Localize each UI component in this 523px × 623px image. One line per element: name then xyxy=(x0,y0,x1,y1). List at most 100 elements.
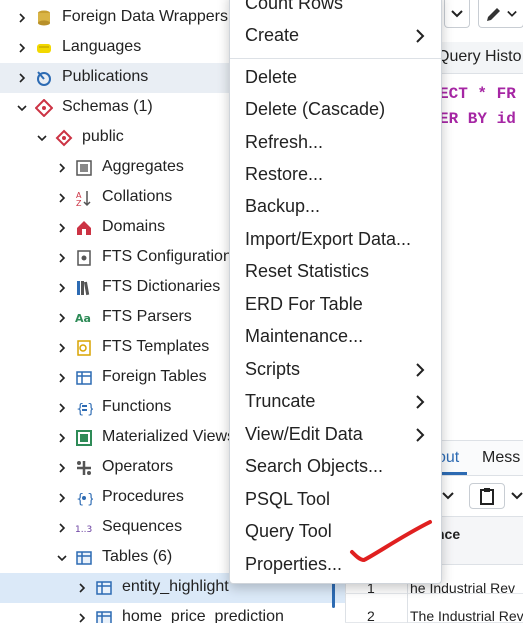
menu-item-import-export-data[interactable]: Import/Export Data... xyxy=(230,224,441,256)
tables-icon xyxy=(75,549,93,567)
tree-item-label: FTS Parsers xyxy=(102,308,192,325)
tree-item-label: Domains xyxy=(102,218,166,235)
svg-text:1..3: 1..3 xyxy=(75,525,92,535)
svg-text:}: } xyxy=(87,402,93,417)
chevron-right-icon[interactable] xyxy=(55,281,69,295)
chevron-right-icon[interactable] xyxy=(55,341,69,355)
chevron-right-icon xyxy=(413,362,427,378)
menu-item-delete-cascade[interactable]: Delete (Cascade) xyxy=(230,94,441,126)
menu-item-refresh[interactable]: Refresh... xyxy=(230,127,441,159)
menu-item-maintenance[interactable]: Maintenance... xyxy=(230,321,441,353)
menu-item-label: Import/Export Data... xyxy=(245,229,412,249)
pencil-icon xyxy=(487,7,500,21)
menu-item-scripts[interactable]: Scripts xyxy=(230,354,441,386)
tree-item-label: Sequences xyxy=(102,518,183,535)
fts-dictionary-icon xyxy=(75,279,93,297)
menu-item-label: Count Rows xyxy=(245,0,344,13)
menu-item-count-rows[interactable]: Count Rows xyxy=(230,0,441,20)
chevron-right-icon[interactable] xyxy=(55,491,69,505)
chevron-right-icon[interactable] xyxy=(55,461,69,475)
fts-configuration-icon xyxy=(75,249,93,267)
menu-item-label: Scripts xyxy=(245,359,301,379)
menu-item-label: Backup... xyxy=(245,196,321,216)
code-line-2[interactable]: ER BY id xyxy=(439,110,516,128)
tree-item-label: Functions xyxy=(102,398,172,415)
menu-item-view-edit-data[interactable]: View/Edit Data xyxy=(230,419,441,451)
tree-item-label: FTS Templates xyxy=(102,338,210,355)
materialized-view-icon xyxy=(75,429,93,447)
tree-item-label: Operators xyxy=(102,458,174,475)
menu-item-label: Reset Statistics xyxy=(245,261,370,281)
edit-menu-button[interactable] xyxy=(478,0,523,28)
menu-item-erd-for-table[interactable]: ERD For Table xyxy=(230,289,441,321)
menu-item-label: Properties... xyxy=(245,554,343,574)
svg-text:}: } xyxy=(87,492,93,507)
chevron-right-icon[interactable] xyxy=(55,401,69,415)
chevron-down-icon[interactable] xyxy=(35,131,49,145)
tree-item-label: Schemas (1) xyxy=(62,98,153,115)
menu-item-truncate[interactable]: Truncate xyxy=(230,386,441,418)
menu-item-reset-statistics[interactable]: Reset Statistics xyxy=(230,256,441,288)
svg-text:Z: Z xyxy=(76,199,82,207)
menu-item-label: Maintenance... xyxy=(245,326,364,346)
sequence-icon: 1..3 xyxy=(75,519,93,537)
red-checkmark-annotation xyxy=(350,520,432,563)
chevron-right-icon[interactable] xyxy=(55,371,69,385)
chevron-right-icon[interactable] xyxy=(75,581,89,595)
sql-keyword: ECT xyxy=(439,85,468,103)
sql-code: * FR xyxy=(477,85,516,103)
chevron-right-icon xyxy=(413,28,427,44)
chevron-right-icon[interactable] xyxy=(55,521,69,535)
chevron-right-icon[interactable] xyxy=(15,11,29,25)
chevron-right-icon[interactable] xyxy=(55,251,69,265)
menu-item-label: View/Edit Data xyxy=(245,424,363,444)
procedure-icon: {} xyxy=(75,489,93,507)
menu-item-restore[interactable]: Restore... xyxy=(230,159,441,191)
table-icon xyxy=(95,609,113,623)
tree-item-label: entity_highlight xyxy=(122,578,229,595)
tree-item-label: home_price_prediction xyxy=(122,608,284,623)
chevron-right-icon[interactable] xyxy=(55,161,69,175)
context-menu: Count Rows Create Delete Delete (Cascade) Re… xyxy=(229,0,442,584)
dropdown-toggle-button[interactable] xyxy=(444,0,470,28)
menu-item-label: Query Tool xyxy=(245,521,332,541)
menu-item-label: Delete xyxy=(245,67,298,87)
paste-button[interactable] xyxy=(469,483,505,509)
foreign-data-wrapper-icon xyxy=(35,9,53,27)
chevron-right-icon[interactable] xyxy=(15,71,29,85)
tree-item[interactable]: home_price_prediction xyxy=(0,603,345,623)
tree-item-label: Tables (6) xyxy=(102,548,173,565)
menu-item-label: Create xyxy=(245,25,300,45)
menu-item-backup[interactable]: Backup... xyxy=(230,191,441,223)
chevron-right-icon[interactable] xyxy=(55,191,69,205)
chevron-right-icon[interactable] xyxy=(55,311,69,325)
chevron-right-icon[interactable] xyxy=(15,41,29,55)
chevron-down-icon[interactable] xyxy=(442,485,460,507)
tree-item-label: Publications xyxy=(62,68,149,85)
tree-item-label: Aggregates xyxy=(102,158,184,175)
publication-icon xyxy=(35,69,53,87)
menu-item-delete[interactable]: Delete xyxy=(230,62,441,94)
tree-item-label: Foreign Data Wrappers xyxy=(62,8,228,25)
menu-item-label: Refresh... xyxy=(245,132,324,152)
code-line-1[interactable]: ECT * FR xyxy=(439,85,516,103)
tree-item-label: Procedures xyxy=(102,488,184,505)
chevron-down-icon[interactable] xyxy=(55,551,69,565)
menu-item-psql-tool[interactable]: PSQL Tool xyxy=(230,484,441,516)
chevron-right-icon[interactable] xyxy=(55,431,69,445)
fts-parser-icon: Aa xyxy=(75,309,93,327)
chevron-right-icon[interactable] xyxy=(55,221,69,235)
chevron-down-icon[interactable] xyxy=(511,485,523,507)
menu-item-create[interactable]: Create xyxy=(230,20,441,52)
chevron-right-icon[interactable] xyxy=(75,611,89,623)
menu-item-search-objects[interactable]: Search Objects... xyxy=(230,451,441,483)
tab-messages[interactable]: Mess xyxy=(482,449,520,467)
cell-value[interactable]: The Industrial Rev xyxy=(410,608,523,623)
tab-query-history[interactable]: Query Histo xyxy=(437,48,521,66)
menu-divider xyxy=(230,58,441,59)
tree-item-label: Collations xyxy=(102,188,173,205)
chevron-down-icon[interactable] xyxy=(15,101,29,115)
chevron-down-icon xyxy=(451,9,463,17)
menu-item-label: Search Objects... xyxy=(245,456,384,476)
menu-item-label: Delete (Cascade) xyxy=(245,99,386,119)
